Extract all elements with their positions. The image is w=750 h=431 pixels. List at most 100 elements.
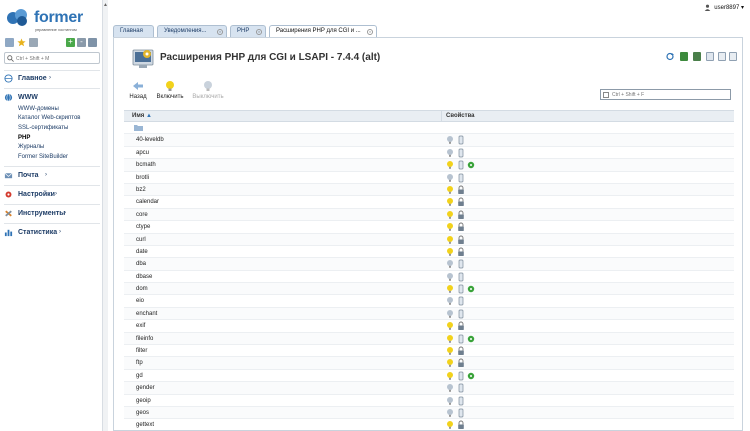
expand-icon[interactable]: +: [66, 38, 75, 47]
zoom-icon[interactable]: [88, 38, 97, 47]
nav-group-tools[interactable]: Инструменты ›: [4, 208, 100, 220]
sidebar-item-www-domains[interactable]: WWW-домены: [18, 106, 59, 112]
sidebar-search[interactable]: [4, 52, 100, 64]
user-menu[interactable]: user8897 ▾: [704, 4, 744, 11]
table-row[interactable]: curl: [124, 233, 734, 246]
sidebar-toggle-icon[interactable]: [5, 38, 14, 47]
lock-icon: [458, 222, 464, 232]
nav-group-main[interactable]: Главное ›: [4, 73, 100, 85]
tab-bar: Главная Уведомления... × PHP × Расширени…: [113, 25, 743, 37]
star-icon[interactable]: [17, 38, 26, 47]
collapse-icon[interactable]: -: [77, 38, 86, 47]
extension-name: enchant: [136, 310, 158, 317]
page-actions: [666, 52, 737, 62]
logo[interactable]: former управление хостингом: [6, 6, 101, 32]
globe-icon: [4, 93, 13, 102]
close-icon[interactable]: ×: [367, 29, 373, 35]
gear-extension-icon: [467, 372, 475, 380]
gear-extension-icon: [467, 161, 475, 169]
extension-name: exif: [136, 323, 146, 330]
column-header-props[interactable]: Свойства: [446, 113, 475, 119]
divider: [4, 166, 100, 167]
table-row[interactable]: date: [124, 246, 734, 259]
sidebar-item-sitebuilder[interactable]: Former SiteBuilder: [18, 154, 68, 160]
table-row[interactable]: geoip: [124, 395, 734, 407]
table-row[interactable]: gd: [124, 370, 734, 383]
table-row[interactable]: bz2: [124, 183, 734, 197]
close-icon[interactable]: ×: [217, 29, 223, 35]
csv-icon[interactable]: [693, 52, 701, 61]
table-row[interactable]: dom: [124, 283, 734, 296]
table-row[interactable]: enchant: [124, 307, 734, 321]
enable-button[interactable]: Включить: [154, 80, 186, 104]
table-row[interactable]: dbase: [124, 271, 734, 284]
export-icon[interactable]: [680, 52, 688, 61]
lock-icon: [458, 235, 464, 244]
refresh-icon[interactable]: [666, 52, 674, 61]
lightbulb-off-icon: [447, 396, 453, 405]
lightbulb-on-icon: [447, 371, 453, 380]
user-icon: [704, 4, 710, 11]
table-row[interactable]: calendar: [124, 196, 734, 209]
gear-extension-icon: [467, 335, 475, 342]
extension-properties: [446, 259, 506, 269]
camera-icon[interactable]: [29, 38, 38, 47]
chevron-down-icon: ▾: [740, 5, 744, 12]
nav-group-stats[interactable]: Статистика ›: [4, 227, 100, 239]
extension-name: date: [136, 248, 148, 255]
table-row[interactable]: exif: [124, 320, 734, 333]
tab-home[interactable]: Главная: [113, 25, 154, 37]
module-icon: [458, 272, 464, 282]
filter-box[interactable]: [600, 89, 731, 100]
nav-group-www[interactable]: WWW: [4, 92, 100, 104]
table-row[interactable]: gettext: [124, 419, 734, 431]
extension-properties: [446, 358, 506, 368]
module-icon: [458, 396, 464, 405]
back-button[interactable]: Назад: [126, 80, 150, 104]
sidebar-scrollbar[interactable]: ▲: [103, 0, 108, 431]
document-icon[interactable]: [718, 52, 726, 61]
extension-properties: [446, 296, 506, 306]
table-row[interactable]: eio: [124, 295, 734, 308]
print-icon[interactable]: [706, 52, 714, 61]
table-row[interactable]: 40-leveldb: [124, 134, 734, 147]
table-row[interactable]: bcmath: [124, 159, 734, 172]
filter-input[interactable]: [612, 91, 727, 99]
sidebar-item-ssl[interactable]: SSL-сертификаты: [18, 125, 68, 131]
arrow-left-icon: [133, 82, 143, 90]
lightbulb-on-icon: [166, 81, 174, 91]
nav-group-mail[interactable]: Почта ›: [4, 170, 100, 182]
sidebar: former управление хостингом + - Главное …: [0, 0, 103, 431]
table-row[interactable]: gender: [124, 382, 734, 395]
extension-properties: [446, 148, 506, 158]
table-row[interactable]: ctype: [124, 221, 734, 234]
tab-php[interactable]: PHP ×: [230, 25, 266, 37]
help-icon[interactable]: [729, 52, 737, 61]
table-row[interactable]: apcu: [124, 147, 734, 160]
column-header-name[interactable]: Имя ▲: [132, 113, 152, 119]
close-icon[interactable]: ×: [256, 29, 262, 35]
extension-properties: [446, 272, 506, 282]
table-row[interactable]: geos: [124, 406, 734, 420]
nav-group-settings[interactable]: Настройки ›: [4, 189, 100, 201]
sidebar-toolbar: + -: [5, 38, 98, 48]
sidebar-item-logs[interactable]: Журналы: [18, 144, 44, 150]
table-row-parent[interactable]: [124, 122, 734, 135]
table-row[interactable]: filter: [124, 345, 734, 358]
former-logo-icon: [7, 9, 27, 26]
module-icon: [458, 284, 464, 294]
scroll-up-icon[interactable]: ▲: [103, 2, 108, 8]
sidebar-item-web-scripts[interactable]: Каталог Web-скриптов: [18, 115, 80, 121]
table-row[interactable]: fileinfo: [124, 332, 734, 346]
sidebar-item-php[interactable]: PHP: [18, 135, 30, 141]
table-row[interactable]: ftp: [124, 357, 734, 370]
table-row[interactable]: core: [124, 208, 734, 222]
table-row[interactable]: brotli: [124, 172, 734, 184]
tab-notifications[interactable]: Уведомления... ×: [157, 25, 227, 37]
table-row[interactable]: dba: [124, 258, 734, 271]
tab-php-extensions[interactable]: Расширения PHP для CGI и ... ×: [269, 25, 377, 37]
extension-name: brotli: [136, 174, 150, 181]
disable-button[interactable]: Выключить: [190, 80, 226, 104]
extension-properties: [446, 222, 506, 232]
sidebar-search-input[interactable]: [16, 54, 98, 63]
